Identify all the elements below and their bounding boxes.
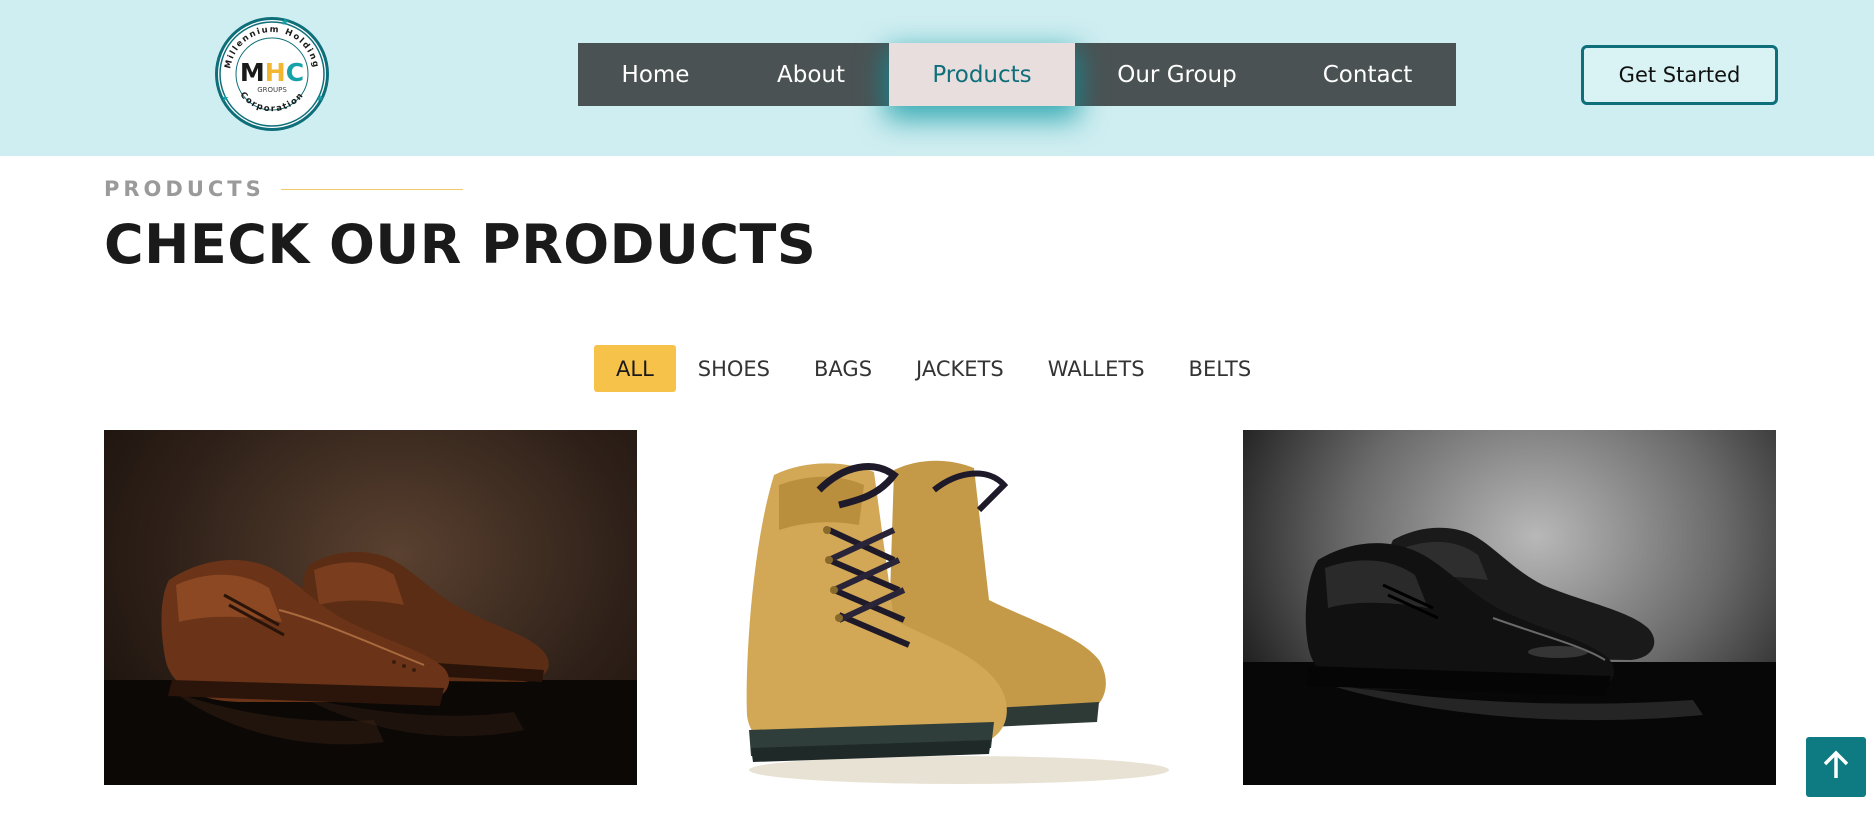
- nav-item-about[interactable]: About: [733, 43, 889, 106]
- main-nav: Home About Products Our Group Contact: [578, 43, 1456, 106]
- section-eyebrow-label: PRODUCTS: [104, 177, 265, 201]
- tan-lace-up-boots-image: [746, 460, 1169, 784]
- nav-item-products[interactable]: Products: [889, 43, 1075, 106]
- company-logo[interactable]: Millennium Holding Corporation ★ ★ ★ MHC…: [213, 15, 331, 133]
- section-eyebrow: PRODUCTS: [104, 174, 463, 204]
- section-title: CHECK OUR PRODUCTS: [104, 213, 817, 276]
- filter-belts[interactable]: BELTS: [1167, 345, 1274, 392]
- nav-item-home[interactable]: Home: [578, 43, 733, 106]
- logo-initials: MHC: [240, 58, 304, 87]
- logo-sub-text: GROUPS: [257, 86, 287, 94]
- product-filters: ALL SHOES BAGS JACKETS WALLETS BELTS: [594, 345, 1273, 392]
- svg-text:★: ★: [281, 17, 290, 28]
- filter-jackets[interactable]: JACKETS: [894, 345, 1026, 392]
- brown-brogue-shoes-image: [104, 551, 637, 785]
- product-card-tan-boots[interactable]: [679, 430, 1212, 785]
- product-card-brown-brogues[interactable]: [104, 430, 637, 785]
- filter-all[interactable]: ALL: [594, 345, 676, 392]
- nav-item-contact[interactable]: Contact: [1279, 43, 1456, 106]
- nav-item-our-group[interactable]: Our Group: [1075, 43, 1279, 106]
- black-oxford-shoes-image: [1243, 527, 1776, 785]
- filter-bags[interactable]: BAGS: [792, 345, 894, 392]
- back-to-top-button[interactable]: [1806, 737, 1866, 797]
- svg-text:★: ★: [316, 94, 324, 104]
- get-started-button[interactable]: Get Started: [1581, 45, 1778, 105]
- arrow-up-icon: [1822, 750, 1850, 784]
- filter-shoes[interactable]: SHOES: [676, 345, 792, 392]
- filter-wallets[interactable]: WALLETS: [1026, 345, 1167, 392]
- site-header: Millennium Holding Corporation ★ ★ ★ MHC…: [0, 0, 1874, 156]
- eyebrow-divider: [280, 188, 463, 190]
- svg-text:★: ★: [221, 94, 229, 104]
- product-card-black-oxfords[interactable]: [1243, 430, 1776, 785]
